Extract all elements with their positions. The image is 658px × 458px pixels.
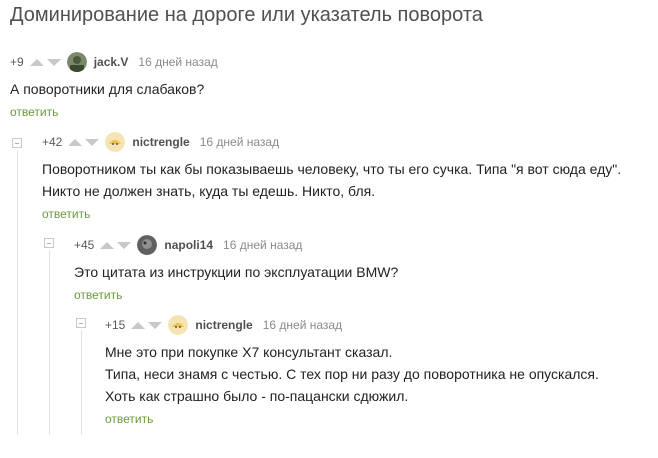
comment-line: Хоть как страшно было - по-пацански сдюж… xyxy=(105,388,409,404)
comment-text: А поворотники для слабаков? xyxy=(10,78,218,100)
comment-rating: +42 xyxy=(42,135,63,149)
avatar[interactable] xyxy=(105,132,126,152)
reply-link[interactable]: ответить xyxy=(105,412,153,426)
comment-line: Поворотником ты как бы показываешь челов… xyxy=(42,161,622,177)
comment-4: +15 nictrengle 16 дней назад Мне это при… xyxy=(105,315,599,428)
comment-time[interactable]: 16 дней назад xyxy=(223,238,302,252)
comment-meta: +15 nictrengle 16 дней назад xyxy=(105,315,599,335)
downvote-icon[interactable] xyxy=(117,241,132,249)
username[interactable]: napoli14 xyxy=(164,238,213,252)
comment-line: Это цитата из инструкции по эксплуатации… xyxy=(74,264,399,280)
username[interactable]: nictrengle xyxy=(195,318,252,332)
comment-rating: +9 xyxy=(10,55,24,69)
upvote-icon[interactable] xyxy=(68,138,83,146)
username[interactable]: nictrengle xyxy=(132,135,189,149)
comment-line: А поворотники для слабаков? xyxy=(10,81,205,97)
comment-rating: +15 xyxy=(105,318,126,332)
thread-line[interactable] xyxy=(17,150,18,435)
comment-rating: +45 xyxy=(74,238,95,252)
post-title: Доминирование на дороге или указатель по… xyxy=(10,4,483,26)
reply-link[interactable]: ответить xyxy=(42,207,90,221)
comment-3: +45 napoli14 16 дней назад Это цитата из… xyxy=(74,235,398,304)
collapse-button[interactable] xyxy=(76,318,86,328)
comment-1: +9 jack.V 16 дней назад А поворотники дл… xyxy=(10,52,218,121)
collapse-button[interactable] xyxy=(12,138,22,148)
comment-time[interactable]: 16 дней назад xyxy=(263,318,342,332)
username[interactable]: jack.V xyxy=(94,55,129,69)
comment-meta: +42 nictrengle 16 дней назад xyxy=(42,132,621,152)
comment-meta: +45 napoli14 16 дней назад xyxy=(74,235,398,255)
comment-line: Типа, неси знамя с честью. С тех пор ни … xyxy=(105,366,599,382)
comment-time[interactable]: 16 дней назад xyxy=(200,135,279,149)
downvote-icon[interactable] xyxy=(85,138,100,146)
thread-line[interactable] xyxy=(81,330,82,435)
comment-2: +42 nictrengle 16 дней назад Поворотнико… xyxy=(42,132,621,223)
downvote-icon[interactable] xyxy=(148,321,163,329)
avatar[interactable] xyxy=(168,315,189,335)
upvote-icon[interactable] xyxy=(100,241,115,249)
comment-line: Никто не должен знать, куда ты едешь. Ни… xyxy=(42,183,376,199)
reply-link[interactable]: ответить xyxy=(74,288,122,302)
downvote-icon[interactable] xyxy=(46,58,61,66)
comment-text: Поворотником ты как бы показываешь челов… xyxy=(42,158,621,202)
thread-line[interactable] xyxy=(49,250,50,435)
avatar[interactable] xyxy=(137,235,158,255)
comment-time[interactable]: 16 дней назад xyxy=(138,55,217,69)
upvote-icon[interactable] xyxy=(29,58,44,66)
comment-text: Мне это при покупке Х7 консультант сказа… xyxy=(105,341,599,407)
reply-link[interactable]: ответить xyxy=(10,105,58,119)
comment-text: Это цитата из инструкции по эксплуатации… xyxy=(74,261,398,283)
comment-line: Мне это при покупке Х7 консультант сказа… xyxy=(105,344,393,360)
avatar[interactable] xyxy=(66,52,87,72)
upvote-icon[interactable] xyxy=(131,321,146,329)
comment-meta: +9 jack.V 16 дней назад xyxy=(10,52,218,72)
collapse-button[interactable] xyxy=(44,238,54,248)
